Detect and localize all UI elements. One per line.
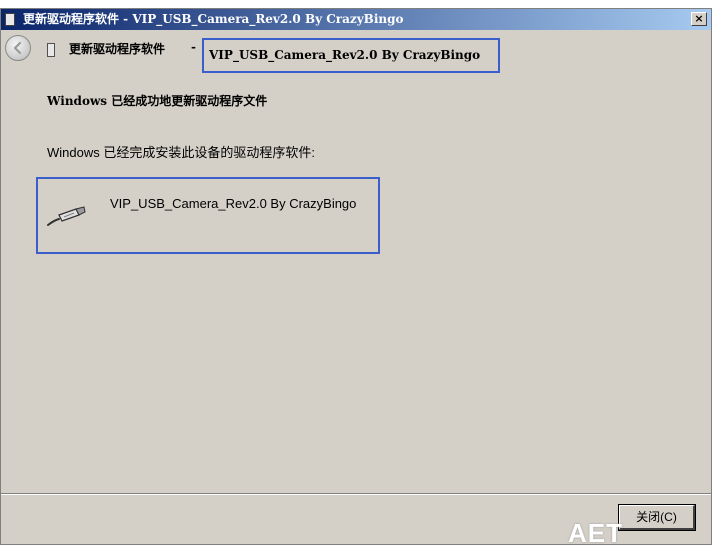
status-message: Windows 已经完成安装此设备的驱动程序软件: xyxy=(47,145,315,160)
usb-cable-icon xyxy=(47,206,86,226)
navigation-bar: 更新驱动程序软件 - VIP_USB_Camera_Rev2.0 By Craz… xyxy=(1,30,711,73)
device-entry: VIP_USB_Camera_Rev2.0 By CrazyBingo xyxy=(36,177,380,254)
window-title: 更新驱动程序软件 - VIP_USB_Camera_Rev2.0 By Craz… xyxy=(23,12,404,26)
page-heading: Windows 已经成功地更新驱动程序文件 xyxy=(47,94,268,108)
footer-divider xyxy=(1,493,711,495)
watermark-logo: AET xyxy=(568,518,623,548)
title-bar[interactable]: 更新驱动程序软件 - VIP_USB_Camera_Rev2.0 By Craz… xyxy=(1,9,711,30)
close-window-button[interactable]: × xyxy=(691,12,707,26)
nav-separator: - xyxy=(191,40,196,54)
device-name-label: VIP_USB_Camera_Rev2.0 By CrazyBingo xyxy=(110,196,357,211)
nav-device-name: VIP_USB_Camera_Rev2.0 By CrazyBingo xyxy=(202,38,500,73)
dialog-window: 更新驱动程序软件 - VIP_USB_Camera_Rev2.0 By Craz… xyxy=(0,8,712,545)
nav-label: 更新驱动程序软件 xyxy=(69,42,166,56)
back-arrow-icon xyxy=(13,41,22,55)
back-button[interactable] xyxy=(5,35,31,61)
window-icon xyxy=(5,13,15,26)
device-small-icon xyxy=(47,43,55,57)
close-icon: × xyxy=(694,12,704,25)
